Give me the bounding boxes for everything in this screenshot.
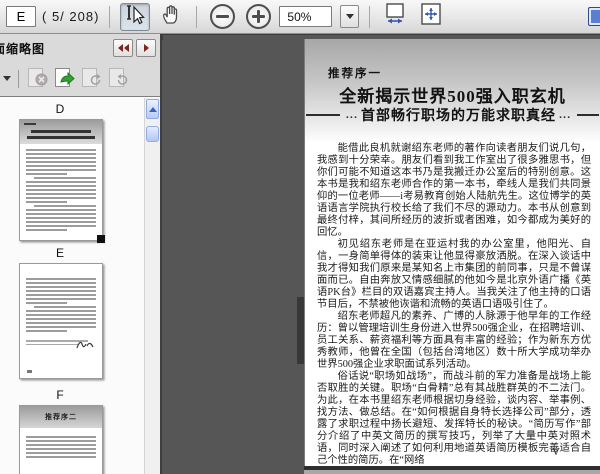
paragraph: 俗话说“职场如战场”，而战斗前的军力准备是战场上能否取胜的关键。职场“白骨精”总… [317, 371, 591, 466]
page-title-line1: 全新揭示世界500强入职玄机 [339, 87, 566, 106]
zoom-in-button[interactable] [243, 3, 273, 31]
thumbnails-panel: 面缩略图 [0, 34, 162, 474]
fit-width-icon [383, 2, 407, 31]
thumbnail-column: D E F 推荐序二 [0, 97, 146, 474]
select-text-icon [125, 3, 146, 30]
thumbnail-footnote-line [26, 343, 78, 345]
page-count-indicator: ( 5/ 208) [42, 9, 100, 24]
section-label: 推荐序一 [328, 68, 382, 80]
zoom-out-icon [209, 4, 235, 29]
pdf-reader-window: { "toolbar": { "page_label_value": "E", … [0, 0, 600, 474]
document-scrollbar-thumb[interactable] [297, 297, 304, 364]
thumbnails-panel-header: 面缩略图 [0, 34, 160, 62]
main-toolbar: ( 5/ 208) 50% [0, 0, 600, 34]
thumbnail-label: E [55, 246, 64, 260]
right-triangle-icon [143, 44, 149, 52]
title-dots-left: ... [345, 109, 358, 121]
thumbnail-text-lines [20, 144, 102, 237]
scrollbar-thumb[interactable] [146, 126, 159, 142]
page-number-input[interactable] [6, 6, 36, 27]
title-rule-left [305, 114, 340, 116]
green-arrow-icon [60, 71, 75, 91]
zoom-level-field[interactable]: 50% [279, 6, 333, 27]
thumbnail-text-lines [20, 264, 102, 338]
page-header-band: 推荐序一 全新揭示世界500强入职玄机 ... 首部畅行职场的万能求职真经 ..… [305, 39, 600, 141]
zoom-out-button[interactable] [207, 3, 237, 31]
double-left-triangle-icon [123, 44, 129, 52]
document-viewport: 推荐序一 全新揭示世界500强入职玄机 ... 首部畅行职场的万能求职真经 ..… [163, 35, 600, 474]
signature-mark [75, 338, 95, 356]
paragraph: 初见绍东老师是在亚运村我的办公室里，他阳光、自信，一身简单得体的装束让他显得豪放… [317, 239, 591, 310]
thumbnail-viewbox-handle[interactable] [97, 235, 105, 243]
thumbnail-list: D E F 推荐序二 [0, 96, 160, 474]
toolbar-separator [196, 5, 198, 28]
page-title-line2-text: 首部畅行职场的万能求职真经 [361, 109, 556, 124]
options-dropdown-icon[interactable] [3, 76, 11, 81]
thumbnail-header-text: 推荐序二 [45, 414, 77, 421]
thumbnail-scrollbar[interactable] [144, 98, 160, 474]
chevron-down-icon [345, 14, 354, 19]
thumbnail-label: F [56, 388, 64, 402]
thumbnail-text-lines [20, 428, 102, 464]
rotate-ccw-icon [89, 73, 102, 91]
toolbar-separator [369, 5, 371, 28]
thumbnail-label: D [55, 102, 65, 116]
hand-icon [160, 2, 182, 31]
page-body-text: 能借此良机就谢绍东老师的著作向读者朋友们说几句，我感到十分荣幸。朋友们看到我工作… [317, 143, 591, 467]
paragraph: 能借此良机就谢绍东老师的著作向读者朋友们说几句，我感到十分荣幸。朋友们看到我工作… [317, 143, 591, 238]
rotate-cw-icon [116, 73, 129, 91]
delete-x-icon [35, 73, 48, 91]
thumbnail-header-band [20, 120, 102, 144]
select-tool-button[interactable] [120, 2, 151, 31]
double-left-triangle-icon [117, 44, 123, 52]
rotate-left-button[interactable] [80, 67, 102, 91]
panel-title: 面缩略图 [0, 41, 46, 56]
delete-page-button[interactable] [26, 67, 48, 91]
rotate-right-button[interactable] [107, 67, 129, 91]
toolbar-separator [18, 69, 19, 88]
panel-forward-button[interactable] [136, 39, 156, 57]
thumbnail-pagenumber-mark [27, 370, 32, 373]
title-dots-right: ... [559, 109, 572, 121]
zoom-dropdown-button[interactable] [340, 5, 360, 28]
page-bottom-gap [304, 470, 600, 474]
clipped-toolbar-icon[interactable] [588, 7, 600, 26]
triangle-up-icon [148, 106, 157, 112]
scrollbar-up-button[interactable] [146, 99, 159, 119]
thumbnail-header-band: 推荐序二 [20, 406, 102, 428]
panel-back-button[interactable] [113, 39, 133, 57]
extract-page-button[interactable] [53, 67, 75, 91]
page-number: V [552, 446, 560, 458]
fit-page-button[interactable] [416, 3, 446, 31]
hand-tool-button[interactable] [156, 3, 186, 31]
fit-page-icon [419, 2, 443, 31]
document-page[interactable]: 推荐序一 全新揭示世界500强入职玄机 ... 首部畅行职场的万能求职真经 ..… [304, 39, 600, 467]
thumbnail-page-e[interactable] [19, 263, 103, 379]
paragraph: 绍东老师超凡的素养、广博的人脉源于他早年的工作经历：曾以管理培训生身份进入世界5… [317, 311, 591, 370]
toolbar-separator [109, 5, 111, 28]
thumbnails-toolbar [0, 62, 160, 95]
thumbnail-page-f[interactable]: 推荐序二 [19, 405, 103, 474]
fit-width-button[interactable] [380, 3, 410, 31]
page-title-line2: ... 首部畅行职场的万能求职真经 ... [305, 105, 600, 125]
zoom-in-icon [245, 4, 271, 29]
title-rule-right [577, 114, 600, 116]
thumbnail-page-d[interactable] [19, 119, 105, 243]
